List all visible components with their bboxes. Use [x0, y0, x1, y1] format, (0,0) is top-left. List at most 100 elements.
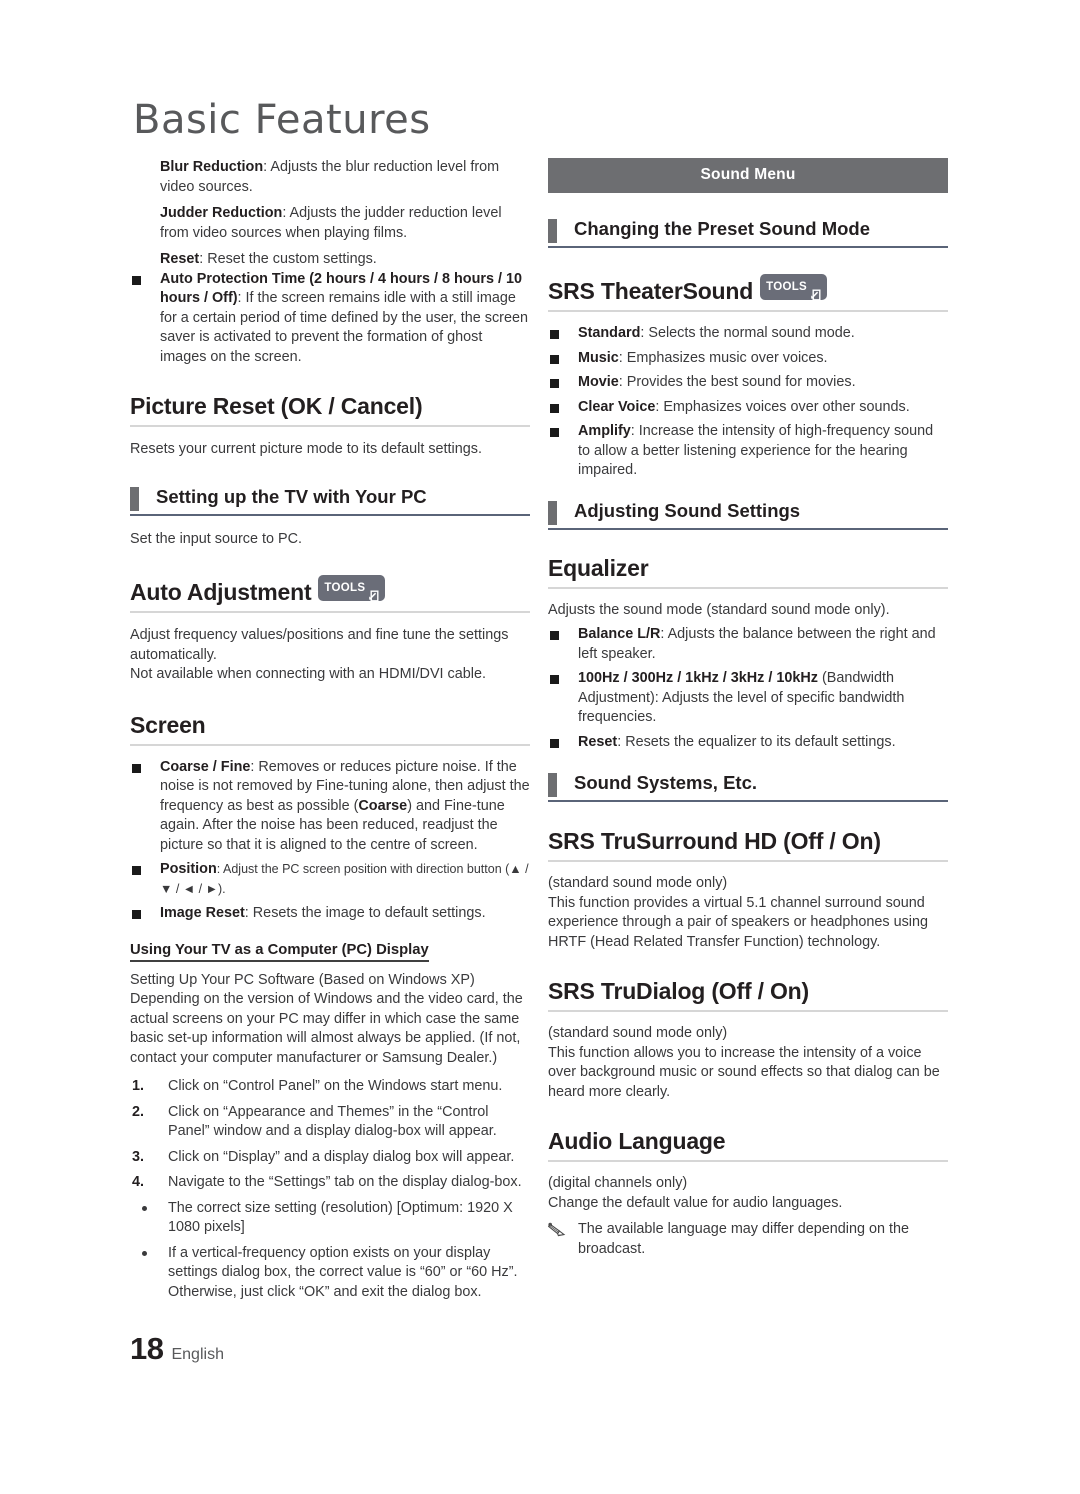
audio-language-note: (digital channels only) [548, 1175, 688, 1191]
sound-systems-heading: Sound Systems, Etc. [548, 772, 948, 802]
tools-badge: TOOLS [318, 575, 386, 602]
amplify-label: Amplify [578, 423, 631, 439]
list-item: 3. Click on “Display” and a display dial… [130, 1148, 530, 1168]
movie-text: : Provides the best sound for movies. [618, 374, 856, 390]
amplify-text: : Increase the intensity of high-frequen… [578, 423, 934, 478]
sound-systems-heading-label: Sound Systems, Etc. [574, 772, 757, 793]
list-item: Movie: Provides the best sound for movie… [548, 373, 948, 393]
srs-trusurround-heading: SRS TruSurround HD (Off / On) [548, 828, 948, 862]
auto-protection-list: Auto Protection Time (2 hours / 4 hours … [130, 270, 530, 368]
srs-theatersound-heading-label: SRS TheaterSound [548, 278, 754, 304]
pc-display-intro-2: Depending on the version of Windows and … [130, 991, 523, 1066]
auto-adjustment-heading: Auto Adjustment TOOLS [130, 575, 530, 613]
list-item: Position: Adjust the PC screen position … [130, 860, 530, 899]
image-reset-label: Image Reset [160, 905, 245, 921]
tools-badge-label: TOOLS [324, 582, 366, 595]
bullet-text: If a vertical-frequency option exists on… [168, 1244, 518, 1300]
step-text: Navigate to the “Settings” tab on the di… [168, 1174, 522, 1190]
pc-display-subheading-wrap: Using Your TV as a Computer (PC) Display [130, 941, 530, 962]
square-bullet-icon [550, 738, 559, 748]
standard-label: Standard [578, 325, 641, 341]
adjusting-sound-settings-heading-label: Adjusting Sound Settings [574, 499, 801, 521]
section-tab-icon [548, 219, 557, 243]
auto-adjustment-body-2: Not available when connecting with an HD… [130, 666, 486, 682]
page-number: 18 [130, 1331, 164, 1366]
picture-reset-body: Resets your current picture mode to its … [130, 441, 482, 457]
blur-reduction-label: Blur Reduction [160, 159, 264, 175]
srs-trudialog-note: (standard sound mode only) [548, 1025, 728, 1041]
list-item: 2. Click on “Appearance and Themes” in t… [130, 1103, 530, 1142]
bullet-text: The correct size setting (resolution) [O… [168, 1199, 513, 1236]
left-column: Blur Reduction: Adjusts the blur reducti… [130, 158, 530, 1308]
standard-text: : Selects the normal sound mode. [640, 325, 855, 341]
list-item: 1. Click on “Control Panel” on the Windo… [130, 1077, 530, 1097]
page-footer: 18 English [130, 1331, 224, 1367]
square-bullet-icon [132, 910, 141, 919]
section-tab-icon [548, 500, 557, 525]
tip-text: The available language may differ depend… [578, 1221, 909, 1257]
square-bullet-icon [132, 866, 141, 875]
sound-menu-banner: Sound Menu [548, 158, 948, 193]
audio-language-tips: The available language may differ depend… [547, 1220, 948, 1259]
judder-reduction-label: Judder Reduction [160, 205, 283, 221]
list-item: Coarse / Fine: Removes or reduces pictur… [130, 758, 530, 856]
screen-heading: Screen [130, 712, 530, 746]
square-bullet-icon [550, 354, 559, 364]
audio-language-body: Change the default value for audio langu… [548, 1194, 843, 1211]
step-text: Click on “Appearance and Themes” in the … [168, 1103, 497, 1140]
tools-badge: TOOLS [760, 274, 828, 301]
srs-theatersound-heading: SRS TheaterSound TOOLS [548, 274, 948, 312]
srs-trudialog-heading: SRS TruDialog (Off / On) [548, 978, 948, 1012]
equalizer-options: Balance L/R: Adjusts the balance between… [548, 625, 948, 752]
equalizer-body: Adjusts the sound mode (standard sound m… [548, 601, 890, 618]
pc-display-bullets: The correct size setting (resolution) [O… [130, 1199, 530, 1303]
tools-badge-label: TOOLS [766, 281, 808, 294]
judder-reduction-paragraph: Judder Reduction: Adjusts the judder red… [130, 204, 530, 243]
setting-up-tv-heading: Setting up the TV with Your PC [130, 486, 530, 516]
reset-text: : Reset the custom settings. [199, 251, 377, 267]
music-text: : Emphasizes music over voices. [618, 349, 828, 366]
reset-paragraph: Reset: Reset the custom settings. [130, 250, 530, 270]
screen-options-list: Coarse / Fine: Removes or reduces pictur… [130, 758, 530, 924]
square-bullet-icon [550, 631, 559, 640]
position-label: Position [160, 861, 217, 877]
step-text: Click on “Display” and a display dialog … [168, 1148, 515, 1165]
setting-up-tv-heading-label: Setting up the TV with Your PC [156, 485, 427, 507]
auto-adjustment-heading-label: Auto Adjustment [130, 579, 312, 605]
srs-trudialog-body: This function allows you to increase the… [548, 1044, 940, 1100]
image-reset-text: : Resets the image to default settings. [244, 905, 486, 921]
step-number: 3. [132, 1148, 145, 1165]
preset-sound-mode-heading-label: Changing the Preset Sound Mode [574, 218, 871, 239]
square-bullet-icon [550, 403, 559, 413]
pc-display-subheading: Using Your TV as a Computer (PC) Display [130, 942, 429, 962]
list-item: Clear Voice: Emphasizes voices over othe… [548, 398, 948, 418]
dot-bullet-icon [142, 1205, 147, 1211]
manual-page: Basic Features Blur Reduction: Adjusts t… [0, 0, 1080, 1494]
coarse-inline-bold: Coarse [358, 797, 408, 814]
list-item: 100Hz / 300Hz / 1kHz / 3kHz / 10kHz (Ban… [548, 669, 948, 728]
section-tab-icon [548, 773, 557, 797]
enter-arrow-icon [367, 583, 379, 602]
enter-arrow-icon [809, 282, 821, 301]
step-number: 1. [132, 1078, 145, 1094]
movie-label: Movie [578, 374, 619, 390]
square-bullet-icon [550, 675, 559, 684]
pencil-note-icon [547, 1222, 566, 1238]
srs-trusurround-note: (standard sound mode only) [548, 875, 728, 891]
clear-voice-text: : Emphasizes voices over other sounds. [655, 398, 910, 415]
bandwidth-label: 100Hz / 300Hz / 1kHz / 3kHz / 10kHz [578, 670, 818, 686]
auto-adjustment-body-1: Adjust frequency values/positions and fi… [130, 627, 509, 663]
picture-reset-heading: Picture Reset (OK / Cancel) [130, 393, 530, 427]
blur-reduction-paragraph: Blur Reduction: Adjusts the blur reducti… [130, 158, 530, 197]
step-text: Click on “Control Panel” on the Windows … [168, 1078, 503, 1094]
page-language: English [171, 1346, 224, 1363]
coarse-fine-label: Coarse / Fine [160, 758, 251, 775]
pc-display-intro-1: Setting Up Your PC Software (Based on Wi… [130, 971, 475, 988]
list-item: Amplify: Increase the intensity of high-… [548, 422, 948, 481]
list-item: Reset: Resets the equalizer to its defau… [548, 733, 948, 753]
srs-theatersound-options: Standard: Selects the normal sound mode.… [548, 324, 948, 481]
square-bullet-icon [132, 275, 141, 285]
square-bullet-icon [550, 379, 559, 388]
list-item: 4. Navigate to the “Settings” tab on the… [130, 1173, 530, 1193]
clear-voice-label: Clear Voice [578, 398, 656, 415]
